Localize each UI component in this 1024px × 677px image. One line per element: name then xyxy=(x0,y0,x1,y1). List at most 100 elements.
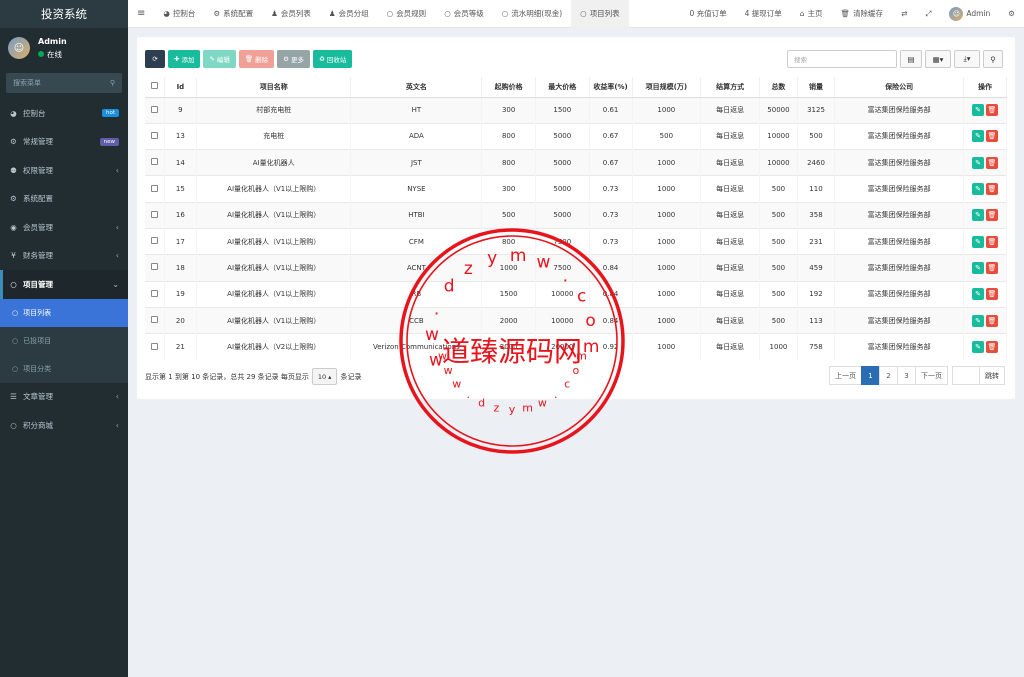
table-search-input[interactable]: 搜索 xyxy=(787,50,897,68)
delete-trash-icon[interactable]: 🗑 xyxy=(986,209,998,222)
column-header[interactable]: 最大价格 xyxy=(535,77,590,98)
delete-trash-icon[interactable]: 🗑 xyxy=(986,235,998,248)
edit-pencil-icon[interactable]: ✎ xyxy=(972,288,984,301)
delete-trash-icon[interactable]: 🗑 xyxy=(986,261,998,274)
sidebar-item-2[interactable]: ⚉ 权限管理 ‹ xyxy=(0,156,128,185)
page-size-select[interactable]: 10 ▴ xyxy=(311,368,338,385)
tab-5[interactable]: ○ 会员等级 xyxy=(435,0,493,28)
edit-pencil-icon[interactable]: ✎ xyxy=(972,341,984,354)
row-checkbox[interactable] xyxy=(145,333,165,360)
row-checkbox[interactable] xyxy=(145,306,165,334)
edit-button[interactable]: ✎ 编辑 xyxy=(203,50,236,68)
translate-icon[interactable]: ⇄ xyxy=(892,0,916,28)
table-row[interactable]: 15 AI量化机器人（V1以上限购） NYSE 300 5000 0.73 1000 每日返息… xyxy=(145,175,1007,203)
sidebar-search-input[interactable]: 搜索菜单 ⚲ xyxy=(6,73,122,93)
delete-trash-icon[interactable]: 🗑 xyxy=(986,341,998,354)
table-row[interactable]: 18 AI量化机器人（V1以上限购） ACNT 1000 7500 0.84 1000 每日返… xyxy=(145,254,1007,282)
row-checkbox[interactable] xyxy=(145,227,165,255)
tab-7[interactable]: ○ 项目列表 xyxy=(571,0,629,28)
table-row[interactable]: 16 AI量化机器人（V1以上限购） HTBI 500 5000 0.73 1000 每日返息… xyxy=(145,201,1007,229)
delete-trash-icon[interactable]: 🗑 xyxy=(986,314,998,327)
refresh-button[interactable]: ⟳ xyxy=(145,50,165,68)
more-button[interactable]: ⚙ 更多 xyxy=(277,50,310,68)
delete-trash-icon[interactable]: 🗑 xyxy=(986,156,998,169)
app-logo[interactable]: 投资系统 xyxy=(0,0,128,28)
columns-dropdown-icon[interactable]: ▦▾ xyxy=(925,50,951,68)
edit-pencil-icon[interactable]: ✎ xyxy=(972,104,984,117)
next-page-button[interactable]: 下一页 xyxy=(915,366,948,385)
table-row[interactable]: 9 村部充电桩 HT 300 1500 0.61 1000 每日返息 50000 3125 富达集团… xyxy=(145,96,1007,124)
prev-page-button[interactable]: 上一页 xyxy=(829,366,862,385)
column-header[interactable]: 收益率(%) xyxy=(589,77,633,98)
row-checkbox[interactable] xyxy=(145,149,165,176)
column-header[interactable]: 英文名 xyxy=(350,77,483,98)
column-header[interactable]: 结算方式 xyxy=(700,77,761,98)
edit-pencil-icon[interactable]: ✎ xyxy=(972,156,984,169)
jump-button[interactable]: 跳转 xyxy=(979,366,1005,385)
column-header[interactable]: 总数 xyxy=(759,77,798,98)
sidebar-item-0[interactable]: ◕ 控制台 hot xyxy=(0,99,128,128)
row-checkbox[interactable] xyxy=(145,201,165,229)
recycle-bin-button[interactable]: ♻ 回收站 xyxy=(313,50,353,68)
export-dropdown-icon[interactable]: ⤓▾ xyxy=(954,50,980,68)
row-checkbox[interactable] xyxy=(145,175,165,203)
fullscreen-icon[interactable]: ⤢ xyxy=(916,0,940,28)
search-icon[interactable]: ⚲ xyxy=(110,79,115,87)
column-header[interactable]: 起购价格 xyxy=(481,77,536,98)
delete-trash-icon[interactable]: 🗑 xyxy=(986,288,998,301)
column-header[interactable]: 销量 xyxy=(797,77,836,98)
delete-trash-icon[interactable]: 🗑 xyxy=(986,104,998,117)
topbar-link-1[interactable]: 4 提现订单 xyxy=(736,0,791,28)
menu-toggle-icon[interactable]: ≡ xyxy=(128,0,154,28)
sidebar-item-1[interactable]: ○ 积分商城 ‹ xyxy=(0,411,128,440)
tab-1[interactable]: ⚙ 系统配置 xyxy=(204,0,262,28)
advanced-search-icon[interactable]: ⚲ xyxy=(983,50,1003,68)
topbar-link-0[interactable]: 0 充值订单 xyxy=(680,0,735,28)
table-row[interactable]: 14 AI量化机器人 JST 800 5000 0.67 1000 每日返息 10000 2460… xyxy=(145,149,1007,176)
sidebar-item-1[interactable]: ⚙ 常规管理 new xyxy=(0,128,128,157)
sidebar-item-4[interactable]: ◉ 会员管理 ‹ xyxy=(0,213,128,242)
column-header[interactable]: Id xyxy=(164,77,197,98)
column-header[interactable]: 操作 xyxy=(963,77,1007,98)
row-checkbox[interactable] xyxy=(145,122,165,150)
edit-pencil-icon[interactable]: ✎ xyxy=(972,314,984,327)
delete-trash-icon[interactable]: 🗑 xyxy=(986,183,998,196)
table-row[interactable]: 17 AI量化机器人（V1以上限购） CFM 800 7500 0.73 1000 每日返息 5… xyxy=(145,227,1007,255)
add-button[interactable]: ✚ 添加 xyxy=(168,50,201,68)
topbar-link-2[interactable]: ⌂ 主页 xyxy=(791,0,832,28)
delete-button[interactable]: 🗑 删除 xyxy=(238,50,275,68)
row-checkbox[interactable] xyxy=(145,96,165,124)
delete-trash-icon[interactable]: 🗑 xyxy=(986,130,998,143)
sidebar-item-6[interactable]: ○ 项目管理 ⌄ xyxy=(0,270,128,299)
settings-gear-icon[interactable]: ⚙ xyxy=(999,0,1024,28)
column-header[interactable]: 项目名称 xyxy=(196,77,352,98)
table-row[interactable]: 21 AI量化机器人（V2以上限购） Verizon Communications 3… xyxy=(145,333,1007,360)
column-header[interactable]: 保险公司 xyxy=(834,77,964,98)
topbar-link-3[interactable]: 🗑 清除缓存 xyxy=(832,0,893,28)
sidebar-subitem-1[interactable]: ○ 已投项目 xyxy=(0,326,128,355)
page-button-3[interactable]: 3 xyxy=(897,366,916,385)
tab-4[interactable]: ○ 会员规则 xyxy=(378,0,436,28)
toggle-view-icon[interactable]: ▤ xyxy=(900,50,922,68)
row-checkbox[interactable] xyxy=(145,280,165,308)
sidebar-subitem-0[interactable]: ○ 项目列表 xyxy=(0,298,128,327)
table-row[interactable]: 20 AI量化机器人（V1以上限购） CCB 2000 10000 0.84 1000 每日返… xyxy=(145,306,1007,334)
admin-menu[interactable]: ☺ Admin xyxy=(940,0,999,28)
tab-0[interactable]: ◕ 控制台 xyxy=(154,0,204,28)
sidebar-item-5[interactable]: ¥ 财务管理 ‹ xyxy=(0,242,128,271)
column-header[interactable]: 项目规模(万) xyxy=(632,77,702,98)
tab-3[interactable]: ♟ 会员分组 xyxy=(320,0,378,28)
edit-pencil-icon[interactable]: ✎ xyxy=(972,235,984,248)
edit-pencil-icon[interactable]: ✎ xyxy=(972,130,984,143)
sidebar-subitem-2[interactable]: ○ 项目分类 xyxy=(0,354,128,383)
sidebar-item-3[interactable]: ⚙ 系统配置 xyxy=(0,185,128,214)
table-row[interactable]: 19 AI量化机器人（V1以上限购） RB 1500 10000 0.84 1000 每日返息… xyxy=(145,280,1007,308)
page-button-1[interactable]: 1 xyxy=(861,366,880,385)
edit-pencil-icon[interactable]: ✎ xyxy=(972,183,984,196)
table-row[interactable]: 13 充电桩 ADA 800 5000 0.67 500 每日返息 10000 500 富达集团保险… xyxy=(145,122,1007,150)
select-all-checkbox[interactable] xyxy=(145,77,165,98)
edit-pencil-icon[interactable]: ✎ xyxy=(972,209,984,222)
jump-page-input[interactable] xyxy=(952,366,980,385)
edit-pencil-icon[interactable]: ✎ xyxy=(972,261,984,274)
page-button-2[interactable]: 2 xyxy=(879,366,898,385)
